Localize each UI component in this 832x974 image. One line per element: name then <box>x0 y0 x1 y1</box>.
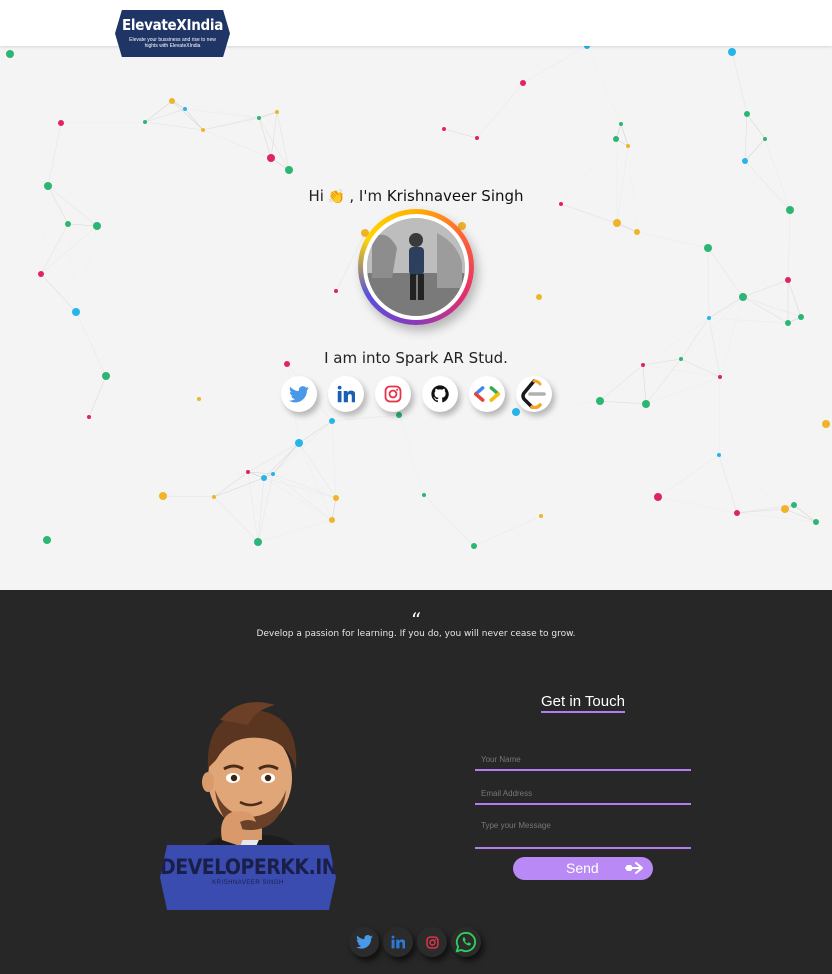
code-icon <box>474 386 500 402</box>
hero-social-links <box>281 376 561 416</box>
greeting-prefix: Hi <box>308 187 324 205</box>
send-button-label: Send <box>566 860 599 876</box>
hero-tagline: I am into Spark AR Stud. <box>324 349 508 367</box>
logo-title: ElevateXIndia <box>121 16 224 34</box>
brand-badge: DEVELOPERKK.IN KRISHNAVEER SINGH <box>160 845 336 910</box>
leetcode-icon <box>521 379 546 409</box>
badge-subtitle: KRISHNAVEER SINGH <box>212 880 284 886</box>
twitter-icon <box>355 935 373 949</box>
contact-heading-text: Get in Touch <box>541 693 625 713</box>
message-field[interactable] <box>475 817 691 849</box>
instagram-icon <box>425 935 439 949</box>
instagram-link[interactable] <box>375 376 411 412</box>
footer-twitter-link[interactable] <box>349 927 379 957</box>
owner-name: Krishnaveer Singh <box>386 187 524 205</box>
send-plane-icon <box>625 862 643 874</box>
footer-linkedin-link[interactable] <box>383 927 413 957</box>
greeting: Hi 👏, I'm Krishnaveer Singh <box>0 187 832 205</box>
twitter-link[interactable] <box>281 376 317 412</box>
github-icon <box>431 385 449 403</box>
profile-photo <box>367 218 465 316</box>
instagram-icon <box>384 385 402 403</box>
footer-whatsapp-link[interactable] <box>451 927 481 957</box>
site-header: ElevateXIndia Elevate your bussiness and… <box>0 0 832 57</box>
linkedin-icon <box>337 385 355 403</box>
hero-section: Hi 👏, I'm Krishnaveer Singh I am into Spa… <box>0 46 832 590</box>
logo-subtitle: Elevate your bussiness and rise to new h… <box>129 37 216 49</box>
name-field[interactable] <box>475 750 691 771</box>
github-link[interactable] <box>422 376 458 412</box>
email-field[interactable] <box>475 783 691 805</box>
footer-instagram-link[interactable] <box>417 927 447 957</box>
badge-title: DEVELOPERKK.IN <box>160 855 338 879</box>
linkedin-link[interactable] <box>328 376 364 412</box>
developer-link[interactable] <box>469 376 505 412</box>
twitter-icon <box>289 385 309 402</box>
send-button[interactable]: Send <box>513 857 653 880</box>
linkedin-icon <box>391 935 405 949</box>
footer-social-links <box>349 927 489 961</box>
profile-avatar <box>358 209 474 325</box>
quote-text: Develop a passion for learning. If you d… <box>256 629 576 639</box>
quote-mark-icon: “ <box>410 608 422 632</box>
greeting-middle: , I'm <box>349 187 383 205</box>
whatsapp-icon <box>455 931 477 953</box>
leetcode-link[interactable] <box>516 376 552 412</box>
contact-section: “ Develop a passion for learning. If you… <box>0 590 832 974</box>
site-logo[interactable]: ElevateXIndia Elevate your bussiness and… <box>115 10 230 57</box>
clap-emoji: 👏 <box>327 189 346 205</box>
contact-heading: Get in Touch <box>475 693 691 713</box>
